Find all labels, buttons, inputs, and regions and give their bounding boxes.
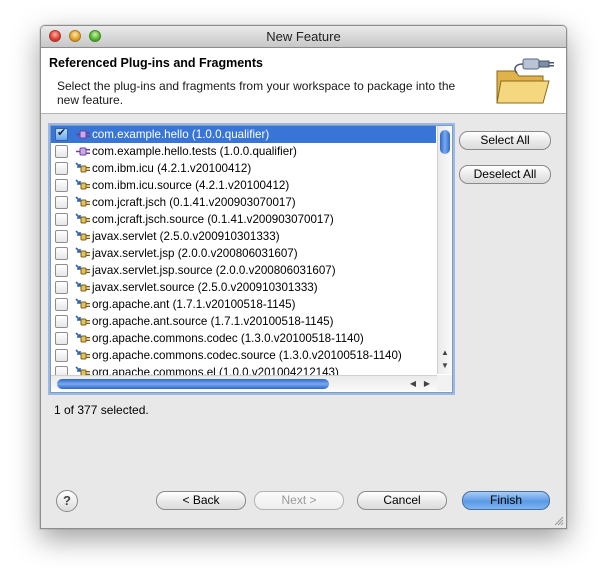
horizontal-scroll-thumb[interactable] xyxy=(57,379,329,389)
item-checkbox[interactable] xyxy=(55,298,68,311)
list-item[interactable]: com.example.hello.tests (1.0.0.qualifier… xyxy=(51,143,436,160)
folder-plug-icon xyxy=(496,58,554,104)
plugin-checkbox-list[interactable]: com.example.hello (1.0.0.qualifier) com.e… xyxy=(50,125,453,393)
item-checkbox[interactable] xyxy=(55,162,68,175)
list-item-label: javax.servlet (2.5.0.v200910301333) xyxy=(92,230,280,243)
list-item[interactable]: javax.servlet (2.5.0.v200910301333) xyxy=(51,228,436,245)
external-plugin-icon xyxy=(75,315,90,326)
external-plugin-icon xyxy=(75,230,90,241)
list-item[interactable]: com.ibm.icu.source (4.2.1.v20100412) xyxy=(51,177,436,194)
list-item-label: org.apache.ant.source (1.7.1.v20100518-1… xyxy=(92,315,334,328)
list-item-label: javax.servlet.jsp.source (2.0.0.v2008060… xyxy=(92,264,336,277)
window-title: New Feature xyxy=(266,29,341,44)
list-item-label: com.example.hello (1.0.0.qualifier) xyxy=(92,128,270,141)
list-item-label: com.jcraft.jsch.source (0.1.41.v20090307… xyxy=(92,213,334,226)
external-plugin-icon xyxy=(75,247,90,258)
list-item-label: com.ibm.icu (4.2.1.v20100412) xyxy=(92,162,252,175)
list-item-label: com.ibm.icu.source (4.2.1.v20100412) xyxy=(92,179,290,192)
list-item-label: com.example.hello.tests (1.0.0.qualifier… xyxy=(92,145,297,158)
scroll-up-arrow-icon[interactable]: ▲ xyxy=(439,347,451,358)
list-item[interactable]: org.apache.ant.source (1.7.1.v20100518-1… xyxy=(51,313,436,330)
select-all-button[interactable]: Select All xyxy=(459,131,551,150)
item-checkbox[interactable] xyxy=(55,145,68,158)
list-item[interactable]: javax.servlet.jsp.source (2.0.0.v2008060… xyxy=(51,262,436,279)
list-item[interactable]: com.jcraft.jsch (0.1.41.v200903070017) xyxy=(51,194,436,211)
list-item[interactable]: org.apache.ant (1.7.1.v20100518-1145) xyxy=(51,296,436,313)
vertical-scroll-thumb[interactable] xyxy=(440,130,450,154)
workspace-plugin-icon xyxy=(76,147,90,156)
resize-grip-icon[interactable] xyxy=(554,516,564,526)
external-plugin-icon xyxy=(75,179,90,190)
page-title: Referenced Plug-ins and Fragments xyxy=(49,56,263,70)
horizontal-scrollbar[interactable]: ◀ ▶ xyxy=(51,375,437,391)
list-item[interactable]: org.apache.commons.codec.source (1.3.0.v… xyxy=(51,347,436,364)
list-item[interactable]: javax.servlet.source (2.5.0.v20091030133… xyxy=(51,279,436,296)
selection-status: 1 of 377 selected. xyxy=(54,403,149,417)
external-plugin-icon xyxy=(75,281,90,292)
list-item-label: org.apache.commons.codec (1.3.0.v2010051… xyxy=(92,332,364,345)
workspace-plugin-icon xyxy=(76,130,90,139)
list-item[interactable]: org.apache.commons.codec (1.3.0.v2010051… xyxy=(51,330,436,347)
scroll-right-arrow-icon[interactable]: ▶ xyxy=(421,377,433,390)
scroll-corner xyxy=(437,375,452,391)
next-button[interactable]: Next > xyxy=(254,491,344,510)
deselect-all-button[interactable]: Deselect All xyxy=(459,165,551,184)
scroll-left-arrow-icon[interactable]: ◀ xyxy=(407,377,419,390)
list-item[interactable]: javax.servlet.jsp (2.0.0.v200806031607) xyxy=(51,245,436,262)
new-feature-dialog: New Feature Referenced Plug-ins and Frag… xyxy=(40,25,567,529)
list-item[interactable]: com.ibm.icu (4.2.1.v20100412) xyxy=(51,160,436,177)
vertical-scrollbar[interactable]: ▲ ▼ xyxy=(437,126,452,374)
external-plugin-icon xyxy=(75,196,90,207)
external-plugin-icon xyxy=(75,349,90,360)
item-checkbox[interactable] xyxy=(55,315,68,328)
item-checkbox[interactable] xyxy=(55,213,68,226)
item-checkbox[interactable] xyxy=(55,281,68,294)
item-checkbox[interactable] xyxy=(55,230,68,243)
item-checkbox[interactable] xyxy=(55,349,68,362)
external-plugin-icon xyxy=(75,162,90,173)
item-checkbox[interactable] xyxy=(55,332,68,345)
item-checkbox[interactable] xyxy=(55,196,68,209)
external-plugin-icon xyxy=(75,264,90,275)
help-button[interactable]: ? xyxy=(56,490,78,512)
wizard-header: Referenced Plug-ins and Fragments Select… xyxy=(41,48,566,114)
list-item-label: javax.servlet.source (2.5.0.v20091030133… xyxy=(92,281,318,294)
scroll-down-arrow-icon[interactable]: ▼ xyxy=(439,360,451,371)
cancel-button[interactable]: Cancel xyxy=(357,491,447,510)
item-checkbox[interactable] xyxy=(55,247,68,260)
external-plugin-icon xyxy=(75,332,90,343)
list-item-label: com.jcraft.jsch (0.1.41.v200903070017) xyxy=(92,196,296,209)
page-description: Select the plug-ins and fragments from y… xyxy=(57,79,456,107)
finish-button[interactable]: Finish xyxy=(462,491,550,510)
item-checkbox[interactable] xyxy=(55,126,68,142)
external-plugin-icon xyxy=(75,298,90,309)
list-item-label: org.apache.ant (1.7.1.v20100518-1145) xyxy=(92,298,296,311)
item-checkbox[interactable] xyxy=(55,179,68,192)
back-button[interactable]: < Back xyxy=(156,491,246,510)
item-checkbox[interactable] xyxy=(55,264,68,277)
list-item[interactable]: com.jcraft.jsch.source (0.1.41.v20090307… xyxy=(51,211,436,228)
list-item[interactable]: com.example.hello (1.0.0.qualifier) xyxy=(51,126,436,143)
title-bar[interactable]: New Feature xyxy=(41,26,566,48)
list-item-label: org.apache.commons.codec.source (1.3.0.v… xyxy=(92,349,402,362)
external-plugin-icon xyxy=(75,213,90,224)
list-item-label: javax.servlet.jsp (2.0.0.v200806031607) xyxy=(92,247,298,260)
